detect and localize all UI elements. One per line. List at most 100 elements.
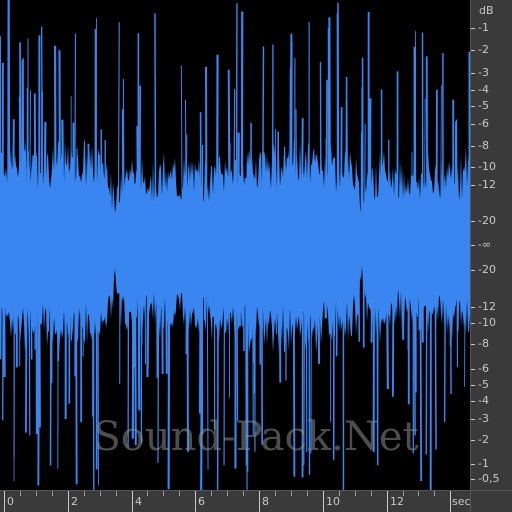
waveform-spike [244, 178, 248, 247]
time-major-tick [387, 491, 388, 512]
db-tick [471, 307, 475, 308]
waveform-spike [0, 156, 3, 247]
db-tick [471, 344, 475, 345]
waveform-spike [310, 245, 313, 454]
time-minor-tick [434, 491, 435, 496]
time-tick-label: 10 [326, 495, 340, 508]
waveform-spike [292, 245, 296, 477]
waveform-spike [385, 245, 389, 390]
waveform-spike [418, 245, 422, 330]
waveform-spike [58, 50, 62, 247]
time-minor-tick [36, 491, 37, 496]
db-tick-label: -0,5 [478, 472, 500, 485]
db-tick-label: -10 [478, 160, 496, 173]
db-tick-label: -8 [478, 139, 489, 152]
waveform-spike [31, 155, 34, 247]
waveform-spike [347, 172, 349, 247]
time-major-tick [323, 491, 324, 512]
waveform-spike [61, 119, 65, 247]
waveform-spike [30, 245, 33, 360]
waveform-spike [137, 245, 141, 411]
db-tick-label: -20 [478, 214, 496, 227]
waveform-display[interactable] [0, 0, 470, 490]
db-tick-label: -4 [478, 83, 489, 96]
db-tick [471, 385, 475, 386]
time-minor-tick [52, 491, 53, 496]
time-tick-label: 4 [135, 495, 142, 508]
db-tick [471, 369, 475, 370]
time-tick-label: 8 [262, 495, 269, 508]
waveform-spike [133, 183, 137, 247]
ruler-corner [470, 490, 512, 512]
waveform-spike [449, 245, 452, 395]
time-minor-tick [227, 491, 228, 496]
waveform-spike [154, 13, 157, 247]
waveform-spike [147, 245, 150, 369]
waveform-spike [276, 131, 280, 247]
waveform-spike [38, 245, 41, 428]
waveform-spike [75, 148, 78, 247]
db-tick-label: -10 [478, 316, 496, 329]
waveform-graph[interactable] [0, 0, 470, 490]
waveform-spike [43, 121, 47, 247]
waveform-spike [252, 245, 254, 435]
waveform-spike [238, 245, 241, 327]
waveform-spike [236, 245, 239, 422]
time-minor-tick [163, 491, 164, 496]
db-tick [471, 185, 475, 186]
time-major-tick [4, 491, 5, 512]
db-tick-label: -5 [478, 378, 489, 391]
time-ruler[interactable]: 0 2 4 6 8 10 12 sec [0, 490, 471, 512]
waveform-spike [369, 165, 372, 247]
db-tick [471, 245, 475, 246]
time-tick-label: 12 [390, 495, 404, 508]
time-tick-label: 0 [7, 495, 14, 508]
db-tick [471, 270, 475, 271]
db-tick-label: -1 [478, 21, 489, 34]
waveform-spike [138, 85, 142, 247]
db-tick [471, 479, 475, 480]
waveform-spike [413, 245, 416, 436]
waveform-spike [300, 118, 304, 247]
db-tick [471, 221, 475, 222]
waveform-spike [262, 152, 265, 247]
time-minor-tick [371, 491, 372, 496]
waveform-spike [186, 245, 189, 452]
db-tick-label: -3 [478, 66, 489, 79]
time-major-tick [195, 491, 196, 512]
time-major-tick [132, 491, 133, 512]
db-tick-label: -8 [478, 337, 489, 350]
time-minor-tick [179, 491, 180, 496]
db-tick [471, 146, 475, 147]
waveform-spike [313, 245, 316, 315]
time-minor-tick [307, 491, 308, 496]
waveform-spike [0, 245, 3, 360]
waveform-spike [245, 245, 248, 399]
db-tick [471, 440, 475, 441]
db-tick-label: -3 [478, 412, 489, 425]
time-minor-tick [100, 491, 101, 496]
waveform-spike [134, 245, 137, 446]
time-minor-tick [275, 491, 276, 496]
waveform-spike [443, 245, 447, 423]
db-tick-label: -4 [478, 394, 489, 407]
waveform-spike [289, 68, 292, 247]
waveform-spike [131, 245, 134, 355]
waveform-spike [425, 245, 428, 455]
db-tick [471, 50, 475, 51]
waveform-spike [456, 245, 460, 331]
db-tick-label: -12 [478, 300, 496, 313]
waveform-spike [434, 245, 437, 450]
time-minor-tick [243, 491, 244, 496]
waveform-spike [278, 245, 282, 383]
waveform-spike [335, 245, 339, 357]
db-tick-label: -5 [478, 99, 489, 112]
db-tick [471, 90, 475, 91]
waveform-spike [337, 2, 340, 247]
waveform-spike [455, 119, 458, 247]
waveform-spike [345, 77, 348, 247]
waveform-spike [2, 245, 6, 378]
time-tick-label: 6 [198, 495, 205, 508]
time-minor-tick [291, 491, 292, 496]
waveform-spike [357, 245, 361, 342]
